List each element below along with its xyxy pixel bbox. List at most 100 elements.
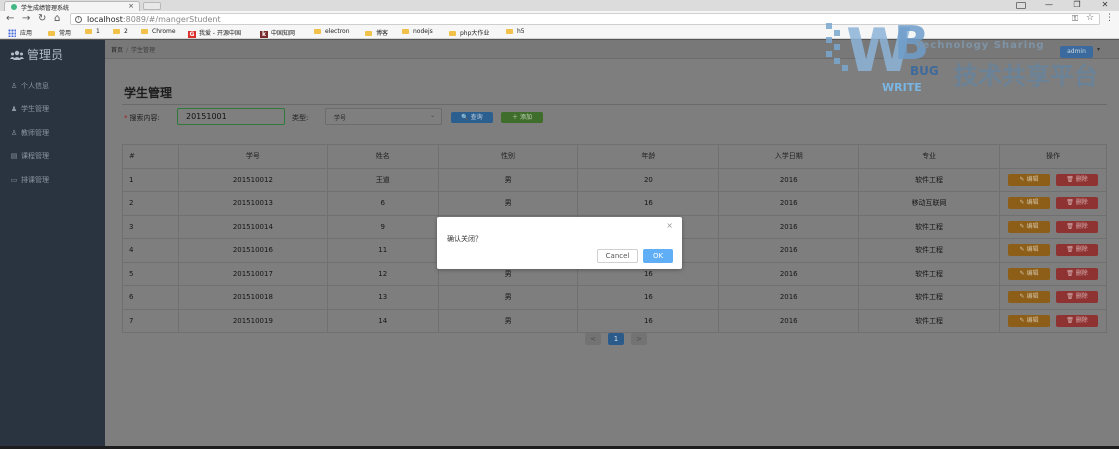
bookmark-common[interactable]: 常用 xyxy=(48,28,71,37)
breadcrumb-separator: / xyxy=(126,47,129,54)
sidebar-item-label: 课程管理 xyxy=(21,152,49,160)
forward-arrow-icon[interactable]: → xyxy=(22,13,30,24)
table-cell: 2016 xyxy=(718,238,860,263)
required-mark: * xyxy=(124,114,128,122)
breadcrumb-home[interactable]: 首页 xyxy=(111,47,123,54)
new-tab-button[interactable] xyxy=(143,2,161,10)
sidebar-item-students[interactable]: ♟ 学生管理 xyxy=(10,104,49,116)
sidebar-brand: 管理员 xyxy=(10,46,63,64)
table-cell: 12 xyxy=(326,261,439,286)
delete-button[interactable]: 🗑 删除 xyxy=(1055,244,1098,257)
table-cell: 16 xyxy=(577,308,720,333)
table-cell: 软件工程 xyxy=(858,308,1000,333)
bookmark-label: 2 xyxy=(124,28,128,35)
table-cell: 7 xyxy=(122,308,179,333)
student-icon: ♟ xyxy=(10,105,18,113)
edit-button[interactable]: ✎ 编辑 xyxy=(1007,244,1050,257)
table-cell: 2 xyxy=(122,191,179,216)
edit-button[interactable]: ✎ 编辑 xyxy=(1007,267,1050,280)
sidebar-item-profile[interactable]: ♙ 个人信息 xyxy=(10,81,49,93)
watermark-chinese: 技术共享平台 xyxy=(954,62,1098,90)
delete-button[interactable]: 🗑 删除 xyxy=(1055,220,1098,233)
table-cell: 20 xyxy=(577,167,720,192)
column-header: # xyxy=(122,144,179,169)
minimize-button[interactable]: — xyxy=(1042,0,1056,9)
next-page-button[interactable]: > xyxy=(631,333,647,345)
delete-button[interactable]: 🗑 删除 xyxy=(1055,267,1098,280)
table-cell: 13 xyxy=(326,285,439,310)
table-cell: 11 xyxy=(326,238,439,263)
apps-icon[interactable] xyxy=(8,29,16,37)
type-selected-value: 学号 xyxy=(334,115,347,122)
bookmark-cnki[interactable]: k 中国知网 xyxy=(260,28,295,38)
query-button[interactable]: 🔍 查询 xyxy=(451,112,493,123)
folder-icon xyxy=(402,29,409,34)
delete-button[interactable]: 🗑 删除 xyxy=(1055,314,1098,327)
folder-icon xyxy=(506,29,513,34)
watermark: W B BUG WRITE Technology Sharing 技术共享平台 xyxy=(826,9,1116,99)
url-text: localhost:8089/#/mangerStudent xyxy=(87,15,221,24)
breadcrumb: 首页 / 学生管理 xyxy=(111,45,155,54)
chevron-down-icon: ⌄ xyxy=(429,112,435,119)
info-icon[interactable]: i xyxy=(75,16,82,23)
sidebar-item-teachers[interactable]: ♙ 教师管理 xyxy=(10,128,49,140)
table-cell: 软件工程 xyxy=(858,214,1000,239)
sidebar-item-label: 教师管理 xyxy=(21,129,49,137)
browser-tab[interactable]: 学生成绩管理系统 × xyxy=(4,1,140,12)
bookmark-2[interactable]: 2 xyxy=(113,28,128,35)
edit-button[interactable]: ✎ 编辑 xyxy=(1007,314,1050,327)
column-header: 年龄 xyxy=(577,144,720,169)
close-icon[interactable]: × xyxy=(666,221,673,230)
add-button[interactable]: ＋ 添加 xyxy=(501,112,543,123)
bookmark-php[interactable]: php大作业 xyxy=(449,28,489,37)
bookmark-h5[interactable]: h5 xyxy=(506,28,525,35)
schedule-icon: ▭ xyxy=(10,176,18,184)
bookmark-blog[interactable]: 博客 xyxy=(365,28,388,37)
table-row: 6 201510018 13 男 16 2016 软件工程 ✎ 编辑 🗑 删除 xyxy=(122,285,1108,310)
page-title: 学生管理 xyxy=(124,86,173,100)
bookmark-apps[interactable]: 应用 xyxy=(20,28,32,37)
tab-close-icon[interactable]: × xyxy=(128,2,134,10)
bookmark-nodejs[interactable]: nodejs xyxy=(402,28,433,35)
actions-cell: ✎ 编辑 🗑 删除 xyxy=(998,191,1108,216)
edit-button[interactable]: ✎ 编辑 xyxy=(1007,197,1050,210)
page-button-current[interactable]: 1 xyxy=(608,333,624,345)
folder-icon xyxy=(449,31,456,36)
edit-button[interactable]: ✎ 编辑 xyxy=(1007,291,1050,304)
edit-button[interactable]: ✎ 编辑 xyxy=(1007,220,1050,233)
profile-icon[interactable] xyxy=(1016,2,1026,9)
table-cell: 软件工程 xyxy=(858,238,1000,263)
ok-button[interactable]: OK xyxy=(643,249,673,263)
maximize-button[interactable]: ❐ xyxy=(1070,0,1084,9)
bookmark-oschina[interactable]: G 我爱 - 开源中国 xyxy=(188,28,241,38)
delete-button[interactable]: 🗑 删除 xyxy=(1055,197,1098,210)
search-input[interactable]: 20151001 xyxy=(177,108,285,125)
back-arrow-icon[interactable]: ← xyxy=(6,13,14,24)
table-cell: 4 xyxy=(122,238,179,263)
home-icon[interactable]: ⌂ xyxy=(54,13,60,24)
bookmark-1[interactable]: 1 xyxy=(85,28,100,35)
svg-text:BUG: BUG xyxy=(910,64,939,78)
prev-page-button[interactable]: < xyxy=(585,333,601,345)
breadcrumb-current: 学生管理 xyxy=(131,47,156,54)
bookmark-label: 1 xyxy=(96,28,100,35)
table-cell: 6 xyxy=(326,191,439,216)
column-header: 操作 xyxy=(998,144,1108,169)
bookmark-label: h5 xyxy=(517,28,525,35)
actions-cell: ✎ 编辑 🗑 删除 xyxy=(998,261,1108,286)
bookmark-electron[interactable]: electron xyxy=(314,28,350,35)
sidebar-item-courses[interactable]: ▤ 课程管理 xyxy=(10,151,49,163)
reload-icon[interactable]: ↻ xyxy=(38,13,46,24)
actions-cell: ✎ 编辑 🗑 删除 xyxy=(998,308,1108,333)
cancel-button[interactable]: Cancel xyxy=(597,249,638,263)
table-cell: 2016 xyxy=(718,214,860,239)
type-select[interactable]: 学号 ⌄ xyxy=(325,108,442,125)
edit-button[interactable]: ✎ 编辑 xyxy=(1007,173,1050,186)
delete-button[interactable]: 🗑 删除 xyxy=(1055,291,1098,304)
close-window-button[interactable]: ✕ xyxy=(1098,0,1112,9)
bookmark-label: php大作业 xyxy=(460,30,490,37)
delete-button[interactable]: 🗑 删除 xyxy=(1055,173,1098,186)
bookmark-chrome[interactable]: Chrome xyxy=(141,28,176,35)
table-cell: 1 xyxy=(122,167,179,192)
sidebar-item-schedule[interactable]: ▭ 排课管理 xyxy=(10,175,49,187)
